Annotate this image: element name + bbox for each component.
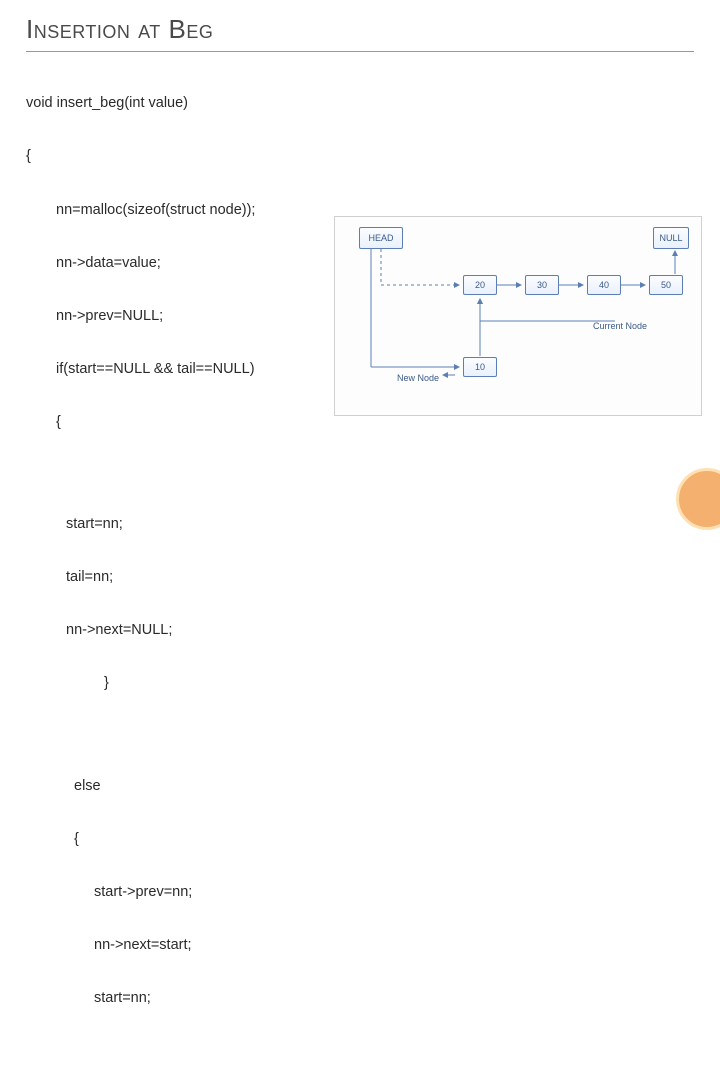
linked-list-diagram: HEAD NULL 20 30 40 50 10 Current Node Ne… — [334, 216, 702, 416]
code-line: else — [26, 778, 694, 796]
code-line: start=nn; — [26, 990, 694, 1008]
spacer — [26, 1043, 694, 1057]
code-line: } — [26, 675, 694, 693]
code-line: nn->next=NULL; — [26, 622, 694, 640]
diagram-node-10: 10 — [463, 357, 497, 377]
diagram-current-label: Current Node — [593, 321, 647, 331]
page-title: Insertion at Beg — [26, 14, 694, 52]
code-line: start->prev=nn; — [26, 884, 694, 902]
code-line: { — [26, 148, 694, 166]
diagram-head-box: HEAD — [359, 227, 403, 249]
diagram-node-50: 50 — [649, 275, 683, 295]
diagram-node-30: 30 — [525, 275, 559, 295]
code-line: tail=nn; — [26, 569, 694, 587]
spacer — [26, 728, 694, 742]
code-line: nn->next=start; — [26, 937, 694, 955]
diagram-null-box: NULL — [653, 227, 689, 249]
diagram-node-40: 40 — [587, 275, 621, 295]
slide: Insertion at Beg void insert_beg(int val… — [0, 0, 720, 540]
code-line: start=nn; — [26, 516, 694, 534]
diagram-newnode-label: New Node — [397, 373, 439, 383]
code-block: void insert_beg(int value) { nn=malloc(s… — [26, 60, 694, 1080]
diagram-node-20: 20 — [463, 275, 497, 295]
spacer — [26, 467, 694, 481]
code-line: { — [26, 831, 694, 849]
code-line: void insert_beg(int value) — [26, 95, 694, 113]
